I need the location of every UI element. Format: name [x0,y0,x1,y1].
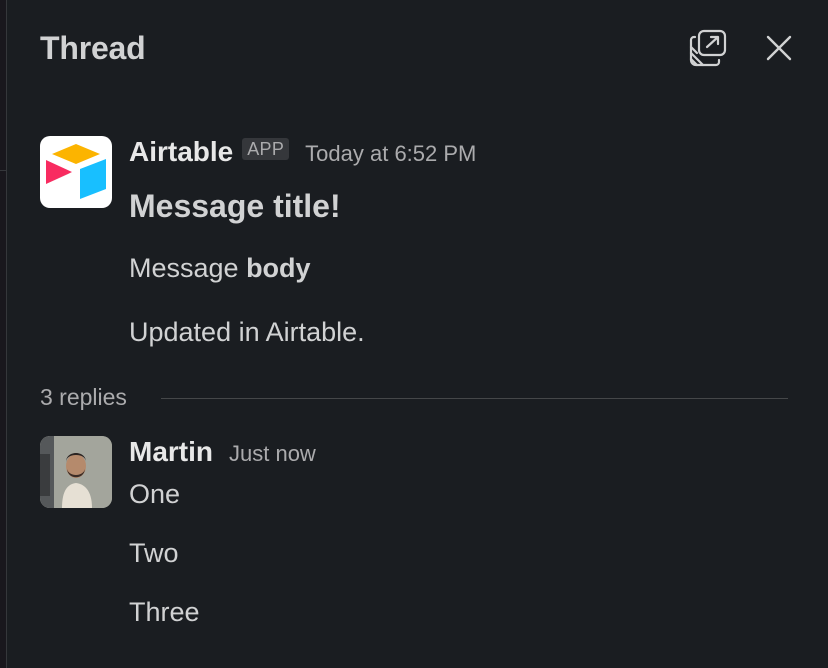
message-timestamp[interactable]: Today at 6:52 PM [305,141,476,167]
message-body-text: Message body [129,253,789,284]
thread-header: Thread [40,24,798,74]
sender-name[interactable]: Airtable [129,136,233,168]
reply-message-meta: Martin Just now [129,436,789,470]
airtable-avatar[interactable] [40,136,112,208]
martin-avatar[interactable] [40,436,112,508]
reply-line-2: Two [129,538,179,568]
popout-icon [689,29,727,67]
message-title: Message title! [129,188,341,224]
reply-timestamp[interactable]: Just now [229,441,316,467]
app-badge: APP [242,138,290,160]
parent-message-meta: Airtable APP Today at 6:52 PM [129,136,789,170]
replies-count: 3 replies [40,384,127,410]
airtable-logo-icon [46,144,106,199]
close-button[interactable] [759,28,799,68]
close-icon [766,35,792,61]
reply-message-body: Martin Just now One Two Three [129,436,789,628]
thread-pane: Thread Airtable APP Today at 6:52 PM Mes… [0,0,828,668]
thread-title: Thread [40,30,146,66]
user-photo-icon [40,436,112,508]
parent-message-body: Airtable APP Today at 6:52 PM Message ti… [129,136,789,348]
popout-button[interactable] [688,28,728,68]
message-footer-text: Updated in Airtable. [129,317,365,347]
message-body-prefix: Message [129,253,247,283]
reply-line-1: One [129,479,181,509]
message-body-bold: body [246,253,311,283]
divider-line [161,398,788,399]
pane-resize-edge[interactable] [0,0,7,668]
reply-line-3: Three [129,597,200,627]
edge-tick [0,170,6,171]
reply-sender-name[interactable]: Martin [129,436,213,468]
replies-divider: 3 replies [40,382,788,416]
